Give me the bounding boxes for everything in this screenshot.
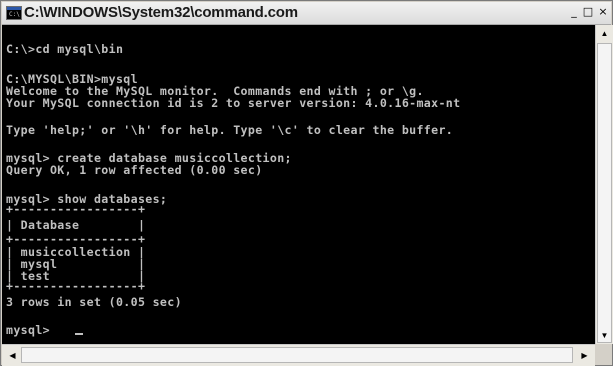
- table-border: +-----------------+: [6, 232, 146, 246]
- right-arrow-icon[interactable]: ▶: [576, 345, 593, 366]
- close-button[interactable]: ×: [596, 5, 610, 19]
- console-output[interactable]: C:\>cd mysql\bin C:\MYSQL\BIN>mysql Welc…: [2, 25, 595, 344]
- title-bar[interactable]: C:\ C:\WINDOWS\System32\command.com _ □ …: [2, 2, 611, 25]
- scrollbar-corner: [595, 344, 612, 365]
- horizontal-scrollbar[interactable]: ◀ ▶: [2, 344, 595, 366]
- console-window: C:\ C:\WINDOWS\System32\command.com _ □ …: [0, 0, 613, 366]
- horizontal-scroll-thumb[interactable]: [21, 347, 573, 363]
- vertical-scrollbar[interactable]: ▲ ▼: [595, 25, 613, 344]
- command-prompt: mysql>: [6, 323, 58, 337]
- vertical-scroll-thumb[interactable]: [597, 43, 612, 343]
- console-line: Query OK, 1 row affected (0.00 sec): [6, 163, 263, 177]
- up-arrow-icon[interactable]: ▲: [596, 25, 613, 42]
- console-line: Type 'help;' or '\h' for help. Type '\c'…: [6, 123, 454, 137]
- text-cursor: [75, 333, 83, 335]
- down-arrow-icon[interactable]: ▼: [596, 327, 613, 344]
- table-border: +-----------------+: [6, 279, 146, 293]
- window-title: C:\WINDOWS\System32\command.com: [24, 4, 298, 21]
- console-line: Your MySQL connection id is 2 to server …: [6, 96, 461, 110]
- console-line: 3 rows in set (0.05 sec): [6, 295, 182, 309]
- command-prompt-icon[interactable]: C:\: [6, 6, 22, 20]
- console-line: C:\>cd mysql\bin: [6, 42, 124, 56]
- left-arrow-icon[interactable]: ◀: [4, 345, 21, 366]
- table-border: +-----------------+: [6, 202, 146, 216]
- command-prompt-icon-label: C:\: [9, 11, 20, 18]
- table-header: | Database |: [6, 218, 146, 232]
- maximize-button[interactable]: □: [581, 5, 595, 19]
- minimize-button[interactable]: _: [567, 5, 581, 19]
